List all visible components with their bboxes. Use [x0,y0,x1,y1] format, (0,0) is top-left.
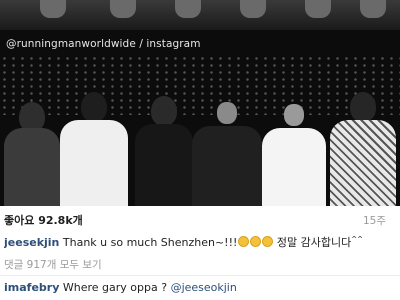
person-body [60,120,128,206]
smiling-face-icon [262,236,274,247]
divider [0,275,400,276]
person [330,88,396,206]
person-body [135,124,193,206]
person [262,96,326,206]
stage-figure [240,0,266,18]
person-body [4,128,60,206]
comment-username[interactable]: imafebry [4,281,59,294]
likes-count[interactable]: 좋아요 92.8k개 [4,212,83,228]
person-body [262,128,326,206]
caption-suffix: ^^ [351,235,363,244]
person-body [192,126,262,206]
comment-mention[interactable]: @jeeseokjin [171,281,237,294]
person-head [350,92,376,122]
photo-watermark: @runningmanworldwide / instagram [6,38,201,50]
post-timestamp: 15주 [362,215,386,227]
seated-people [0,66,400,206]
post-photo[interactable]: @runningmanworldwide / instagram [0,0,400,206]
stage-figure [360,0,386,18]
caption-text-korean: 정말 감사합니다 [273,236,352,249]
instagram-post: @runningmanworldwide / instagram 좋아요 92.… [0,0,400,300]
person-body [330,120,396,206]
caption-text: Thank u so much Shenzhen~!!! [59,236,238,249]
person [135,88,193,206]
stage-figure [110,0,136,18]
likes-row: 좋아요 92.8k개 15주 [0,212,400,230]
view-all-comments-link[interactable]: 댓글 917개 모두 보기 [4,257,102,272]
stage-figure [175,0,201,18]
comment-text: Where gary oppa ? [59,281,171,294]
person-head [284,104,304,126]
person [60,86,128,206]
person [4,96,60,206]
caption-username[interactable]: jeesekjin [4,236,59,249]
smiling-face-icon [238,236,250,247]
comment-item: imafebry Where gary oppa ? @jeeseokjin [4,281,237,294]
stage-figure [305,0,331,18]
person-head [81,92,107,122]
person-head [151,96,177,126]
stage-backdrop [0,0,400,30]
person-head [217,102,237,124]
person [192,94,262,206]
stage-figure [40,0,66,18]
smiling-face-icon [250,236,262,247]
caption: jeesekjin Thank u so much Shenzhen~!!! 정… [4,234,396,250]
